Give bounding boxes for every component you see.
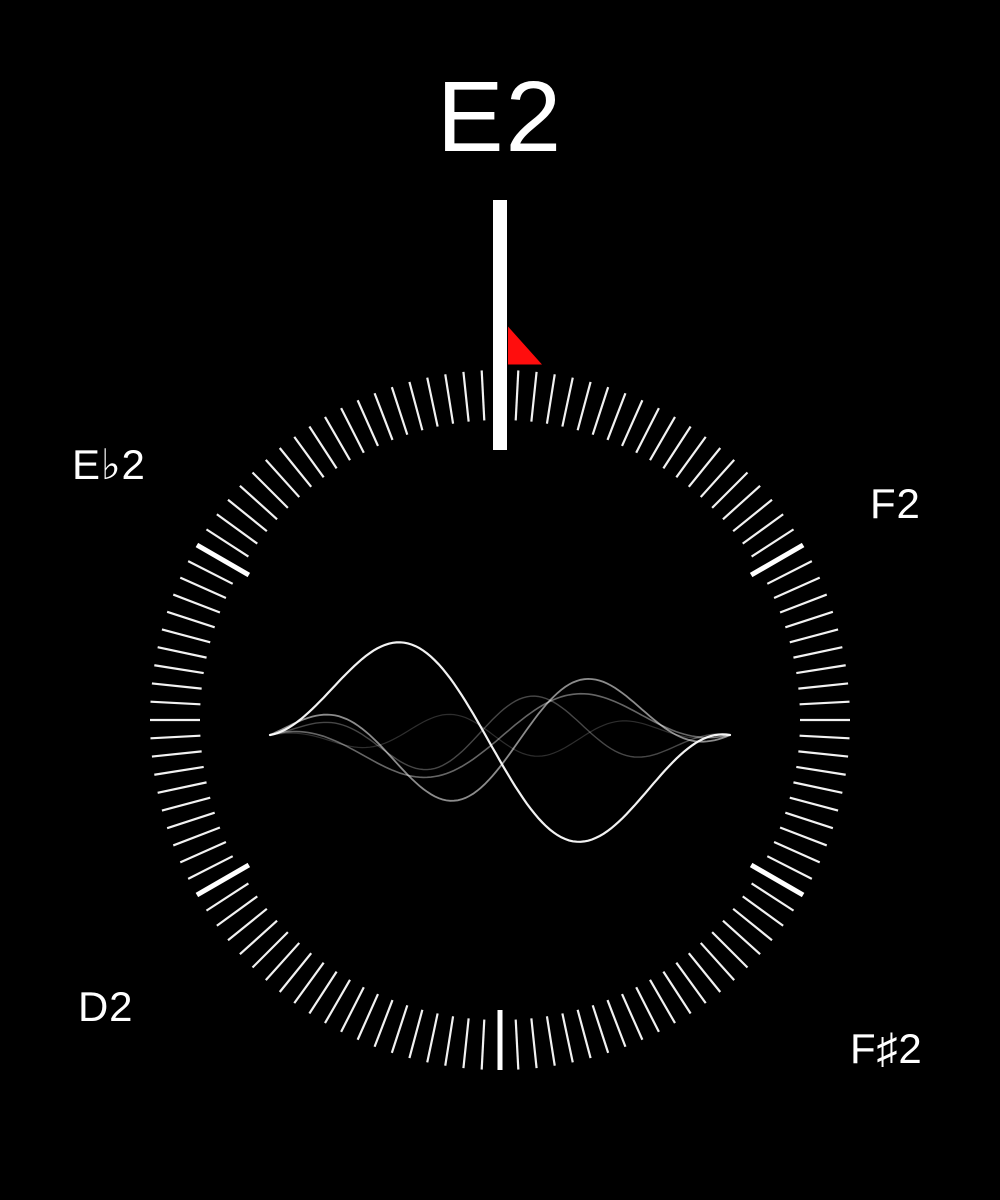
- neighbor-note-label: E♭2: [72, 440, 146, 489]
- tuning-needle: [493, 200, 507, 450]
- tuner-dial[interactable]: [0, 0, 1000, 1200]
- neighbor-note-label: D2: [78, 983, 133, 1031]
- neighbor-note-label: F♯2: [850, 1025, 923, 1073]
- waveform-visualizer: [270, 642, 730, 842]
- pitch-indicator-icon: [508, 327, 542, 365]
- neighbor-note-label: F2: [870, 480, 921, 528]
- target-note-label: E2: [437, 60, 563, 175]
- dial-ticks: [150, 370, 850, 1070]
